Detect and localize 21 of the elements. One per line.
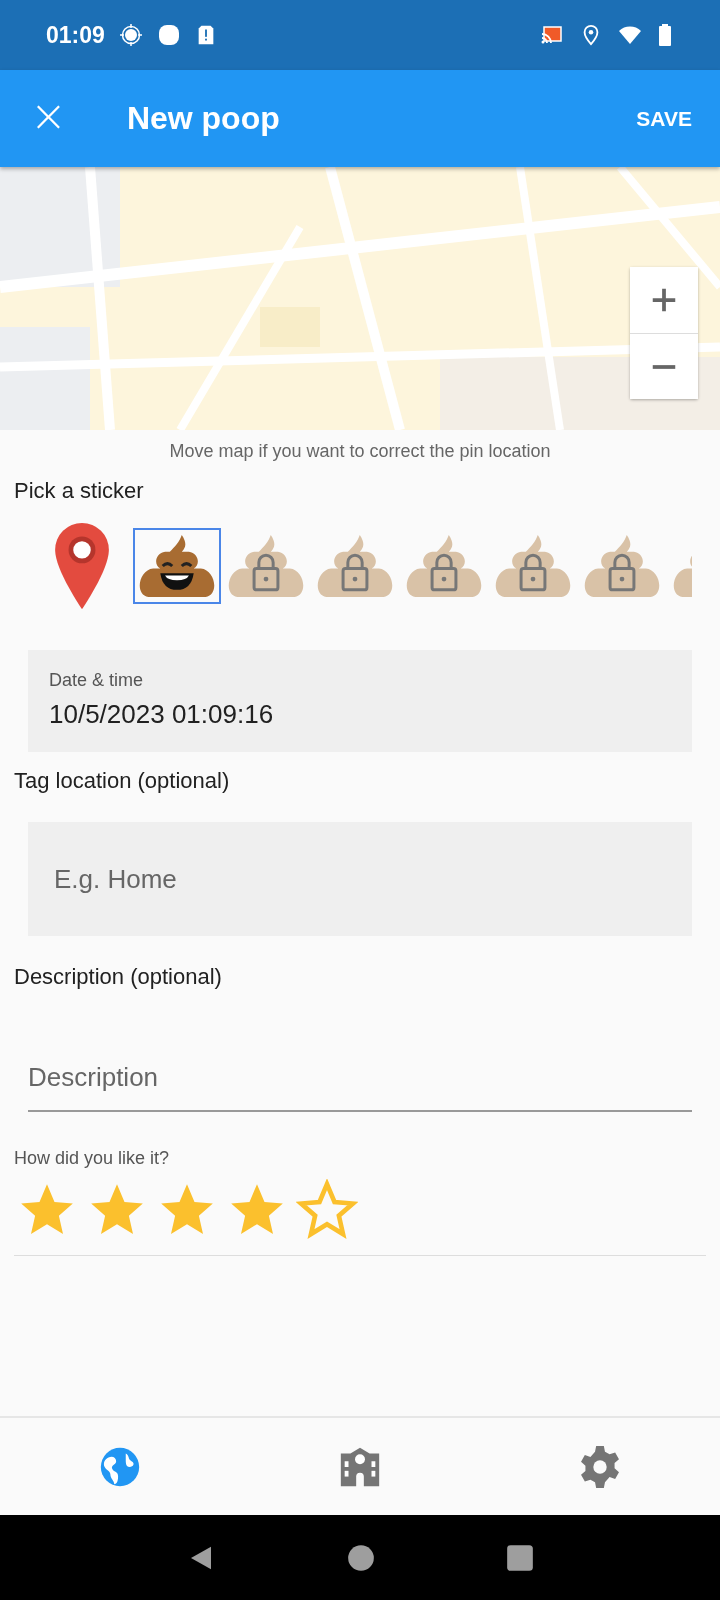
- battery-icon: [658, 23, 672, 47]
- empty-star-icon[interactable]: [296, 1179, 358, 1241]
- map-hint: Move map if you want to correct the pin location: [168, 441, 552, 462]
- date-time-field[interactable]: Date & time 10/5/2023 01:09:16: [28, 650, 692, 752]
- notification-icon: [156, 23, 181, 47]
- screen-title: New poop: [126, 100, 281, 137]
- close-button[interactable]: ×: [22, 93, 75, 144]
- home-icon[interactable]: [347, 1543, 375, 1572]
- zoom-in-button[interactable]: [630, 267, 698, 333]
- recents-icon[interactable]: [506, 1543, 535, 1572]
- save-button[interactable]: SAVE: [630, 98, 698, 139]
- rating-label: How did you like it?: [14, 1148, 171, 1169]
- section-label: Pick a sticker: [14, 478, 145, 504]
- map-pin-icon: [53, 523, 111, 609]
- section-label: Tag location (optional): [14, 768, 231, 794]
- status-time: 01:09: [46, 21, 105, 49]
- gps-icon: [118, 23, 143, 47]
- tag-location-field[interactable]: E.g. Home: [28, 822, 692, 936]
- sticker-option[interactable]: [133, 528, 221, 604]
- section-label: Description (optional): [14, 964, 223, 990]
- description-field[interactable]: Description: [28, 1044, 692, 1112]
